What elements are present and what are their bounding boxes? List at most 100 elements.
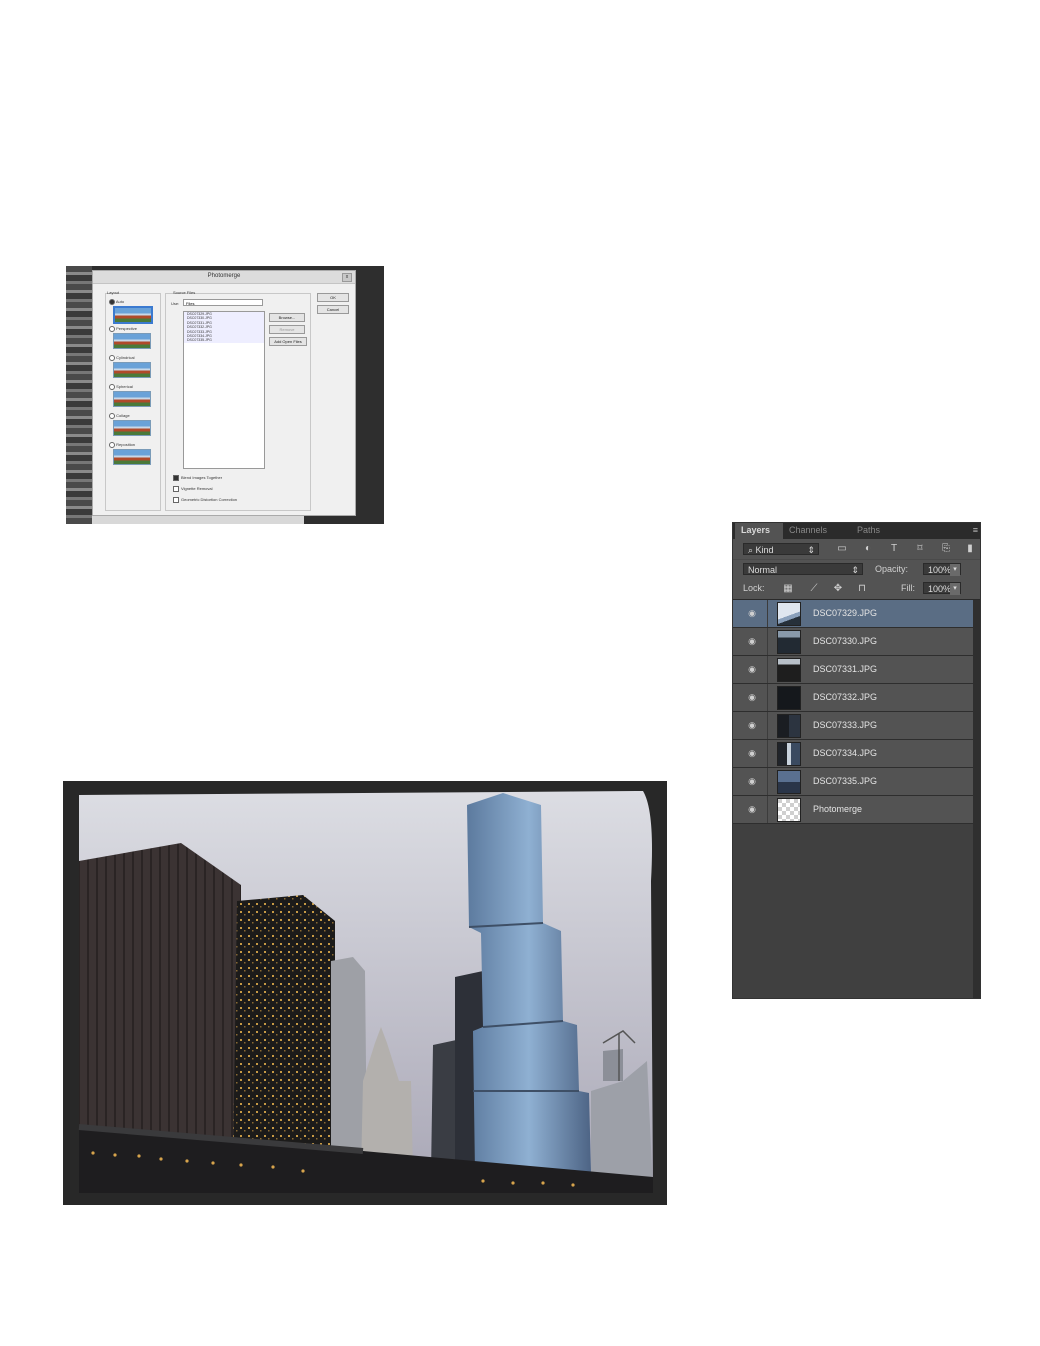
blend-row: Normal ⇕ Opacity: 100% ▾ [733, 559, 980, 580]
opacity-label: Opacity: [875, 564, 909, 574]
visibility-eye-icon[interactable]: ◉ [745, 804, 759, 814]
layer-name: DSC07335.JPG [813, 776, 878, 786]
layer-name: DSC07329.JPG [813, 608, 878, 618]
layer-thumbnail [777, 798, 801, 822]
layout-option-perspective[interactable]: Perspective [109, 326, 137, 332]
layer-name: DSC07331.JPG [813, 664, 878, 674]
layer-list: ◉ DSC07329.JPG ◉ DSC07330.JPG ◉ DSC07331… [733, 600, 973, 824]
file-entries: DSC07329.JPG DSC07330.JPG DSC07331.JPG D… [184, 312, 264, 343]
layout-option-spherical[interactable]: Spherical [109, 384, 133, 390]
divider [767, 656, 768, 683]
tab-paths[interactable]: Paths [857, 525, 880, 535]
blend-images-checkbox[interactable]: Blend Images Together [173, 475, 222, 481]
divider [767, 712, 768, 739]
visibility-eye-icon[interactable]: ◉ [745, 608, 759, 618]
panel-menu-icon[interactable]: ≡ [973, 525, 978, 535]
lock-transparent-icon[interactable]: ▦ [781, 582, 795, 595]
layer-row[interactable]: ◉ DSC07331.JPG [733, 656, 973, 684]
layer-row[interactable]: ◉ DSC07333.JPG [733, 712, 973, 740]
shape-filter-icon[interactable]: ⌑ [913, 542, 927, 555]
source-files-title: Source Files [173, 290, 196, 295]
layer-row[interactable]: ◉ DSC07332.JPG [733, 684, 973, 712]
background-photo-strip [66, 266, 92, 524]
tab-channels[interactable]: Channels [789, 525, 827, 535]
grey-building [331, 957, 367, 1161]
remove-button[interactable]: Remove [269, 325, 305, 334]
tab-layers[interactable]: Layers [741, 525, 770, 535]
layer-thumbnail [777, 658, 801, 682]
layer-thumbnail [777, 714, 801, 738]
photomerge-screenshot: Photomerge x Layout Auto Perspective Cyl… [66, 266, 384, 524]
panorama-drawing [78, 791, 653, 1193]
layer-row[interactable]: ◉ Photomerge [733, 796, 973, 824]
add-open-files-button[interactable]: Add Open Files [269, 337, 307, 346]
layout-option-cylindrical[interactable]: Cylindrical [109, 355, 135, 361]
layout-option-auto[interactable]: Auto [109, 299, 124, 305]
use-select[interactable]: Files [183, 299, 263, 306]
visibility-eye-icon[interactable]: ◉ [745, 692, 759, 702]
divider [767, 628, 768, 655]
visibility-eye-icon[interactable]: ◉ [745, 776, 759, 786]
chevron-down-icon[interactable]: ▾ [950, 564, 960, 576]
divider [767, 600, 768, 627]
lock-all-icon[interactable]: ⊓ [855, 582, 869, 595]
panorama-image [63, 781, 667, 1205]
ok-button[interactable]: OK [317, 293, 349, 302]
fill-label: Fill: [901, 583, 915, 593]
lock-row: Lock: ▦ ⟋ ✥ ⊓ Fill: 100% ▾ [733, 579, 980, 600]
layout-thumb-auto [113, 306, 153, 324]
opacity-field[interactable]: 100% ▾ [923, 563, 961, 576]
updown-arrows-icon: ⇕ [851, 565, 859, 575]
layout-thumb-cylindrical [113, 362, 151, 378]
divider [767, 684, 768, 711]
filter-toggle-icon[interactable]: ▮ [963, 542, 977, 555]
layer-list-empty-area [733, 826, 973, 998]
layer-name: DSC07330.JPG [813, 636, 878, 646]
layer-thumbnail [777, 770, 801, 794]
photomerge-dialog: Photomerge x Layout Auto Perspective Cyl… [92, 270, 356, 516]
visibility-eye-icon[interactable]: ◉ [745, 664, 759, 674]
panel-tabs: Layers Channels Paths ≡ [733, 523, 980, 539]
fill-field[interactable]: 100% ▾ [923, 582, 961, 595]
layout-thumb-perspective [113, 333, 151, 349]
layer-row[interactable]: ◉ DSC07329.JPG [733, 600, 973, 628]
distortion-correction-checkbox[interactable]: Geometric Distortion Correction [173, 497, 237, 503]
type-filter-icon[interactable]: T [887, 542, 901, 555]
divider [767, 768, 768, 795]
lock-position-icon[interactable]: ✥ [831, 582, 845, 595]
divider [767, 796, 768, 823]
adjustment-filter-icon[interactable]: ◐ [861, 542, 875, 555]
blend-mode-select[interactable]: Normal ⇕ [743, 563, 863, 575]
close-button[interactable]: x [342, 273, 352, 282]
dialog-titlebar: Photomerge x [93, 271, 355, 284]
divider [767, 740, 768, 767]
layout-option-collage[interactable]: Collage [109, 413, 130, 419]
left-dark-tower [79, 843, 241, 1151]
scrollbar[interactable] [973, 600, 980, 998]
layer-row[interactable]: ◉ DSC07330.JPG [733, 628, 973, 656]
right-building-top [603, 1049, 623, 1081]
use-label: Use: [171, 301, 180, 306]
filter-row: ⌕ Kind ⇕ ▭ ◐ T ⌑ ⎘ ▮ [733, 539, 980, 559]
chevron-down-icon[interactable]: ▾ [950, 583, 960, 595]
visibility-eye-icon[interactable]: ◉ [745, 720, 759, 730]
layout-option-reposition[interactable]: Reposition [109, 442, 135, 448]
dialog-title: Photomerge [207, 273, 241, 279]
smart-object-filter-icon[interactable]: ⎘ [939, 542, 953, 555]
lock-brush-icon[interactable]: ⟋ [807, 582, 821, 595]
kind-filter-select[interactable]: ⌕ Kind ⇕ [743, 543, 819, 555]
visibility-eye-icon[interactable]: ◉ [745, 748, 759, 758]
layout-title: Layout [107, 290, 120, 295]
cancel-button[interactable]: Cancel [317, 305, 349, 314]
layer-row[interactable]: ◉ DSC07335.JPG [733, 768, 973, 796]
vignette-removal-checkbox[interactable]: Vignette Removal [173, 486, 213, 492]
layer-row[interactable]: ◉ DSC07334.JPG [733, 740, 973, 768]
file-list[interactable]: DSC07329.JPG DSC07330.JPG DSC07331.JPG D… [183, 311, 265, 469]
visibility-eye-icon[interactable]: ◉ [745, 636, 759, 646]
pixel-layer-filter-icon[interactable]: ▭ [835, 542, 849, 555]
file-item[interactable]: DSC07335.JPG [184, 338, 264, 342]
lock-label: Lock: [743, 583, 765, 593]
browse-button[interactable]: Browse... [269, 313, 305, 322]
lit-office-building [233, 895, 335, 1163]
layer-name: DSC07332.JPG [813, 692, 878, 702]
